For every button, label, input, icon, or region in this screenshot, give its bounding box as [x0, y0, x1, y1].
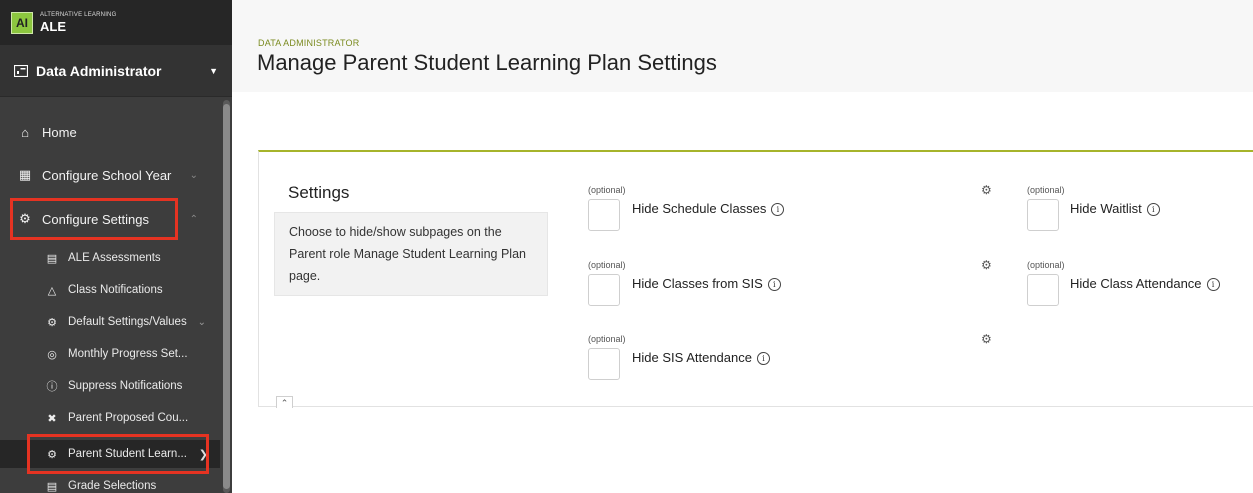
field-label-text: Hide Classes from SIS: [632, 276, 763, 291]
alert-icon: △: [47, 284, 57, 297]
field-hide-schedule-classes: (optional) Hide Schedule Classes i: [588, 185, 818, 235]
chevron-down-icon: ⌄: [189, 169, 198, 181]
field-hide-classes-from-sis: (optional) Hide Classes from SIS i: [588, 260, 818, 310]
field-label-text: Hide Waitlist: [1070, 201, 1142, 216]
nav-configure-school-year[interactable]: ▦ Configure School Year ⌄: [0, 160, 220, 190]
sidebar-item-label: Monthly Progress Set...: [68, 348, 188, 360]
collapse-button[interactable]: ⌃: [276, 396, 293, 408]
info-icon[interactable]: i: [1206, 278, 1220, 291]
optional-label: (optional): [1027, 260, 1065, 270]
sidebar-item-default-settings[interactable]: ⚙ Default Settings/Values ⌄: [0, 310, 220, 334]
sidebar-item-ale-assessments[interactable]: ▤ ALE Assessments: [0, 246, 220, 270]
hide-class-attendance-checkbox[interactable]: [1027, 274, 1059, 306]
page-title: Manage Parent Student Learning Plan Sett…: [257, 50, 717, 75]
gear-icon: ⚙: [19, 211, 31, 226]
sidebar-item-class-notifications[interactable]: △ Class Notifications: [0, 278, 220, 302]
chevron-down-icon: ⌄: [197, 316, 206, 328]
question-circle-icon: ⓘ: [46, 381, 58, 393]
sidebar-item-grade-selections[interactable]: ▤ Grade Selections: [0, 474, 220, 493]
nav-home-label: Home: [42, 124, 77, 140]
sidebar-item-label: Parent Student Learn...: [68, 448, 187, 460]
breadcrumb: DATA ADMINISTRATOR: [258, 38, 360, 48]
settings-card: Settings Choose to hide/show subpages on…: [258, 150, 1253, 408]
gear-icon[interactable]: ⚙: [981, 183, 992, 197]
gear-icon[interactable]: ⚙: [981, 258, 992, 272]
hide-waitlist-checkbox[interactable]: [1027, 199, 1059, 231]
chevron-up-icon: ⌃: [280, 398, 289, 408]
settings-section-title: Settings: [288, 183, 350, 202]
brand-subtitle: ALTERNATIVE LEARNING: [40, 12, 117, 18]
sidebar-item-label: Parent Proposed Cou...: [68, 412, 189, 424]
field-hide-sis-attendance: (optional) Hide SIS Attendance i: [588, 334, 818, 384]
info-icon[interactable]: i: [771, 203, 785, 216]
field-hide-class-attendance: (optional) Hide Class Attendance i: [1027, 260, 1247, 310]
hide-classes-from-sis-checkbox[interactable]: [588, 274, 620, 306]
sidebar-item-label: ALE Assessments: [68, 252, 161, 264]
field-label: Hide Waitlist i: [1070, 201, 1160, 216]
sidebar-item-label: Class Notifications: [68, 284, 163, 296]
sidebar-item-parent-proposed-courses[interactable]: ✖ Parent Proposed Cou...: [0, 406, 220, 430]
sidebar-item-suppress-notifications[interactable]: ⓘ Suppress Notifications: [0, 374, 220, 398]
nav-configure-settings-label: Configure Settings: [42, 211, 149, 227]
tools-icon: ✖: [47, 412, 57, 425]
field-label-text: Hide Class Attendance: [1070, 276, 1202, 291]
field-label-text: Hide SIS Attendance: [632, 350, 752, 365]
optional-label: (optional): [1027, 185, 1065, 195]
page-header: DATA ADMINISTRATOR Manage Parent Student…: [232, 0, 1253, 92]
sidebar-item-parent-student-learning-plan[interactable]: ⚙ Parent Student Learn... ❯: [0, 440, 220, 468]
nav-configure-school-year-label: Configure School Year: [42, 167, 172, 183]
optional-label: (optional): [588, 185, 626, 195]
settings-description: Choose to hide/show subpages on the Pare…: [274, 212, 548, 296]
gear-icon: ⚙: [47, 448, 57, 461]
sidebar: AI ALTERNATIVE LEARNING ALE Data Adminis…: [0, 0, 232, 493]
field-label: Hide Classes from SIS i: [632, 276, 781, 291]
caret-down-icon: ▼: [209, 65, 218, 76]
home-icon: ⌂: [21, 124, 29, 140]
field-label: Hide SIS Attendance i: [632, 350, 770, 365]
info-icon[interactable]: i: [767, 278, 781, 291]
ale-logo: AI: [11, 11, 33, 34]
sidebar-item-label: Suppress Notifications: [68, 380, 183, 392]
field-label: Hide Schedule Classes i: [632, 201, 785, 216]
progress-icon: ◎: [47, 348, 57, 361]
chevron-right-icon: ❯: [198, 448, 208, 461]
role-label: Data Administrator: [36, 62, 162, 79]
calendar-icon: ▦: [18, 167, 32, 182]
sidebar-item-label: Grade Selections: [68, 480, 157, 492]
hide-sis-attendance-checkbox[interactable]: [588, 348, 620, 380]
list-icon: ▤: [46, 480, 58, 493]
optional-label: (optional): [588, 260, 626, 270]
chart-icon: ▤: [46, 252, 58, 265]
sidebar-item-monthly-progress[interactable]: ◎ Monthly Progress Set...: [0, 342, 220, 366]
sidebar-item-label: Default Settings/Values: [68, 316, 187, 328]
hide-schedule-classes-checkbox[interactable]: [588, 199, 620, 231]
nav-configure-settings[interactable]: ⚙ Configure Settings ⌃: [0, 204, 220, 234]
field-label: Hide Class Attendance i: [1070, 276, 1220, 291]
nav-home[interactable]: ⌂ Home: [0, 118, 220, 146]
field-hide-waitlist: (optional) Hide Waitlist i: [1027, 185, 1247, 235]
brand-text: ALTERNATIVE LEARNING ALE: [40, 12, 116, 33]
role-card-icon: [14, 64, 28, 77]
gear-icon[interactable]: ⚙: [981, 332, 992, 346]
role-selector[interactable]: Data Administrator ▼: [0, 45, 232, 97]
info-icon[interactable]: i: [756, 352, 770, 365]
optional-label: (optional): [588, 334, 626, 344]
field-label-text: Hide Schedule Classes: [632, 201, 767, 216]
settings-cog-icon: ⚙: [47, 316, 57, 329]
brand[interactable]: AI ALTERNATIVE LEARNING ALE: [0, 0, 232, 45]
brand-name: ALE: [40, 19, 66, 34]
info-icon[interactable]: i: [1146, 203, 1160, 216]
chevron-up-icon: ⌃: [189, 213, 198, 225]
sidebar-scrollbar-thumb[interactable]: [223, 104, 230, 489]
